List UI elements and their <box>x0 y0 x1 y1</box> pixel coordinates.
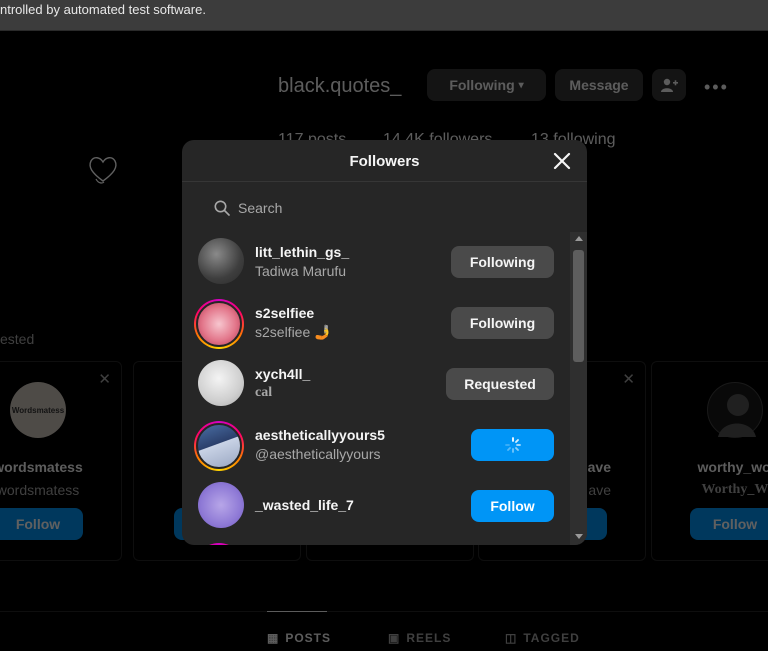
person-silhouette-icon <box>718 394 756 437</box>
search-placeholder: Search <box>238 200 283 216</box>
requested-button[interactable]: Requested <box>446 368 554 400</box>
close-icon[interactable] <box>551 150 573 172</box>
follower-fullname: @aestheticallyyours <box>255 446 381 462</box>
suggested-label: ested <box>0 331 35 347</box>
list-item: s2selfiee s2selfiee 🤳 Following <box>182 293 570 353</box>
search-input[interactable]: Search <box>198 190 571 226</box>
follower-username[interactable]: litt_lethin_gs_ <box>255 244 349 260</box>
avatar[interactable] <box>196 423 242 469</box>
suggested-username[interactable]: worthy_words <box>652 459 768 475</box>
follow-button[interactable]: Follow <box>0 508 83 540</box>
follower-fullname: Tadiwa Marufu <box>255 263 347 279</box>
reels-icon: ▣ <box>388 631 401 645</box>
modal-header: Followers <box>182 140 587 182</box>
tab-posts[interactable]: ▦ POSTS <box>267 631 331 645</box>
suggested-subtitle: wordsmatess <box>0 482 80 498</box>
avatar[interactable] <box>198 482 244 528</box>
profile-username: black.quotes_ <box>278 75 402 97</box>
follower-username[interactable]: aestheticallyyours5 <box>255 427 385 443</box>
scrollbar-thumb[interactable] <box>573 250 584 362</box>
list-item <box>182 537 570 545</box>
avatar[interactable] <box>198 360 244 406</box>
scroll-down-icon[interactable] <box>575 534 583 539</box>
followers-modal: Followers Search litt_lethin_gs_ Tadiwa … <box>182 140 587 545</box>
tab-tagged[interactable]: ◫ TAGGED <box>505 631 580 645</box>
list-item: xych4ll_ cal Requested <box>182 354 570 414</box>
follower-username[interactable]: _wasted_life_7 <box>255 497 354 513</box>
more-options-icon[interactable]: ••• <box>704 77 729 98</box>
list-item: _wasted_life_7 Follow <box>182 476 570 536</box>
search-icon <box>214 200 230 216</box>
profile-heart-logo <box>89 157 117 184</box>
dismiss-icon[interactable]: ✕ <box>622 370 635 388</box>
follower-username[interactable]: s2selfiee <box>255 305 314 321</box>
infobar-text: ntrolled by automated test software. <box>0 2 206 17</box>
modal-title: Followers <box>349 153 420 170</box>
avatar[interactable] <box>196 301 242 347</box>
dismiss-icon[interactable]: ✕ <box>98 370 111 388</box>
avatar[interactable]: Wordsmatess <box>10 382 66 438</box>
following-button[interactable]: Following <box>451 307 554 339</box>
story-ring <box>194 543 244 545</box>
suggested-card: worthy_words Worthy_Word Follow <box>651 361 768 561</box>
follower-username[interactable]: xych4ll_ <box>255 366 310 382</box>
suggested-username[interactable]: ave <box>588 459 611 475</box>
add-user-icon <box>661 78 678 92</box>
follow-button-loading[interactable] <box>471 429 554 461</box>
list-item: aestheticallyyours5 @aestheticallyyours <box>182 415 570 475</box>
following-button[interactable]: Following ▾ <box>427 69 546 101</box>
add-user-button[interactable] <box>652 69 686 101</box>
suggested-subtitle: ave <box>588 482 611 498</box>
tabs-divider <box>0 611 768 612</box>
follow-button[interactable]: Follow <box>471 490 554 522</box>
avatar[interactable] <box>707 382 763 438</box>
follow-button[interactable]: Follow <box>690 508 768 540</box>
suggested-username[interactable]: wordsmatess <box>0 459 121 475</box>
loading-spinner-icon <box>504 437 521 453</box>
following-button-label: Following <box>449 77 515 93</box>
suggested-subtitle: Worthy_Word <box>701 482 768 497</box>
following-button[interactable]: Following <box>451 246 554 278</box>
scrollbar[interactable] <box>570 232 587 545</box>
message-button[interactable]: Message <box>555 69 643 101</box>
avatar[interactable] <box>198 238 244 284</box>
automation-infobar: ntrolled by automated test software. <box>0 0 768 31</box>
grid-icon: ▦ <box>267 631 280 645</box>
followers-list: litt_lethin_gs_ Tadiwa Marufu Following … <box>182 232 570 545</box>
scroll-up-icon[interactable] <box>575 236 583 241</box>
list-item: litt_lethin_gs_ Tadiwa Marufu Following <box>182 232 570 292</box>
tab-reels[interactable]: ▣ REELS <box>388 631 451 645</box>
chevron-down-icon: ▾ <box>518 79 524 91</box>
suggested-card: ✕ Wordsmatess wordsmatess wordsmatess Fo… <box>0 361 122 561</box>
tagged-icon: ◫ <box>505 631 518 645</box>
follower-fullname: s2selfiee 🤳 <box>255 324 332 340</box>
follower-fullname: cal <box>255 385 273 400</box>
message-button-label: Message <box>569 77 629 93</box>
tabs-active-indicator <box>267 611 327 612</box>
